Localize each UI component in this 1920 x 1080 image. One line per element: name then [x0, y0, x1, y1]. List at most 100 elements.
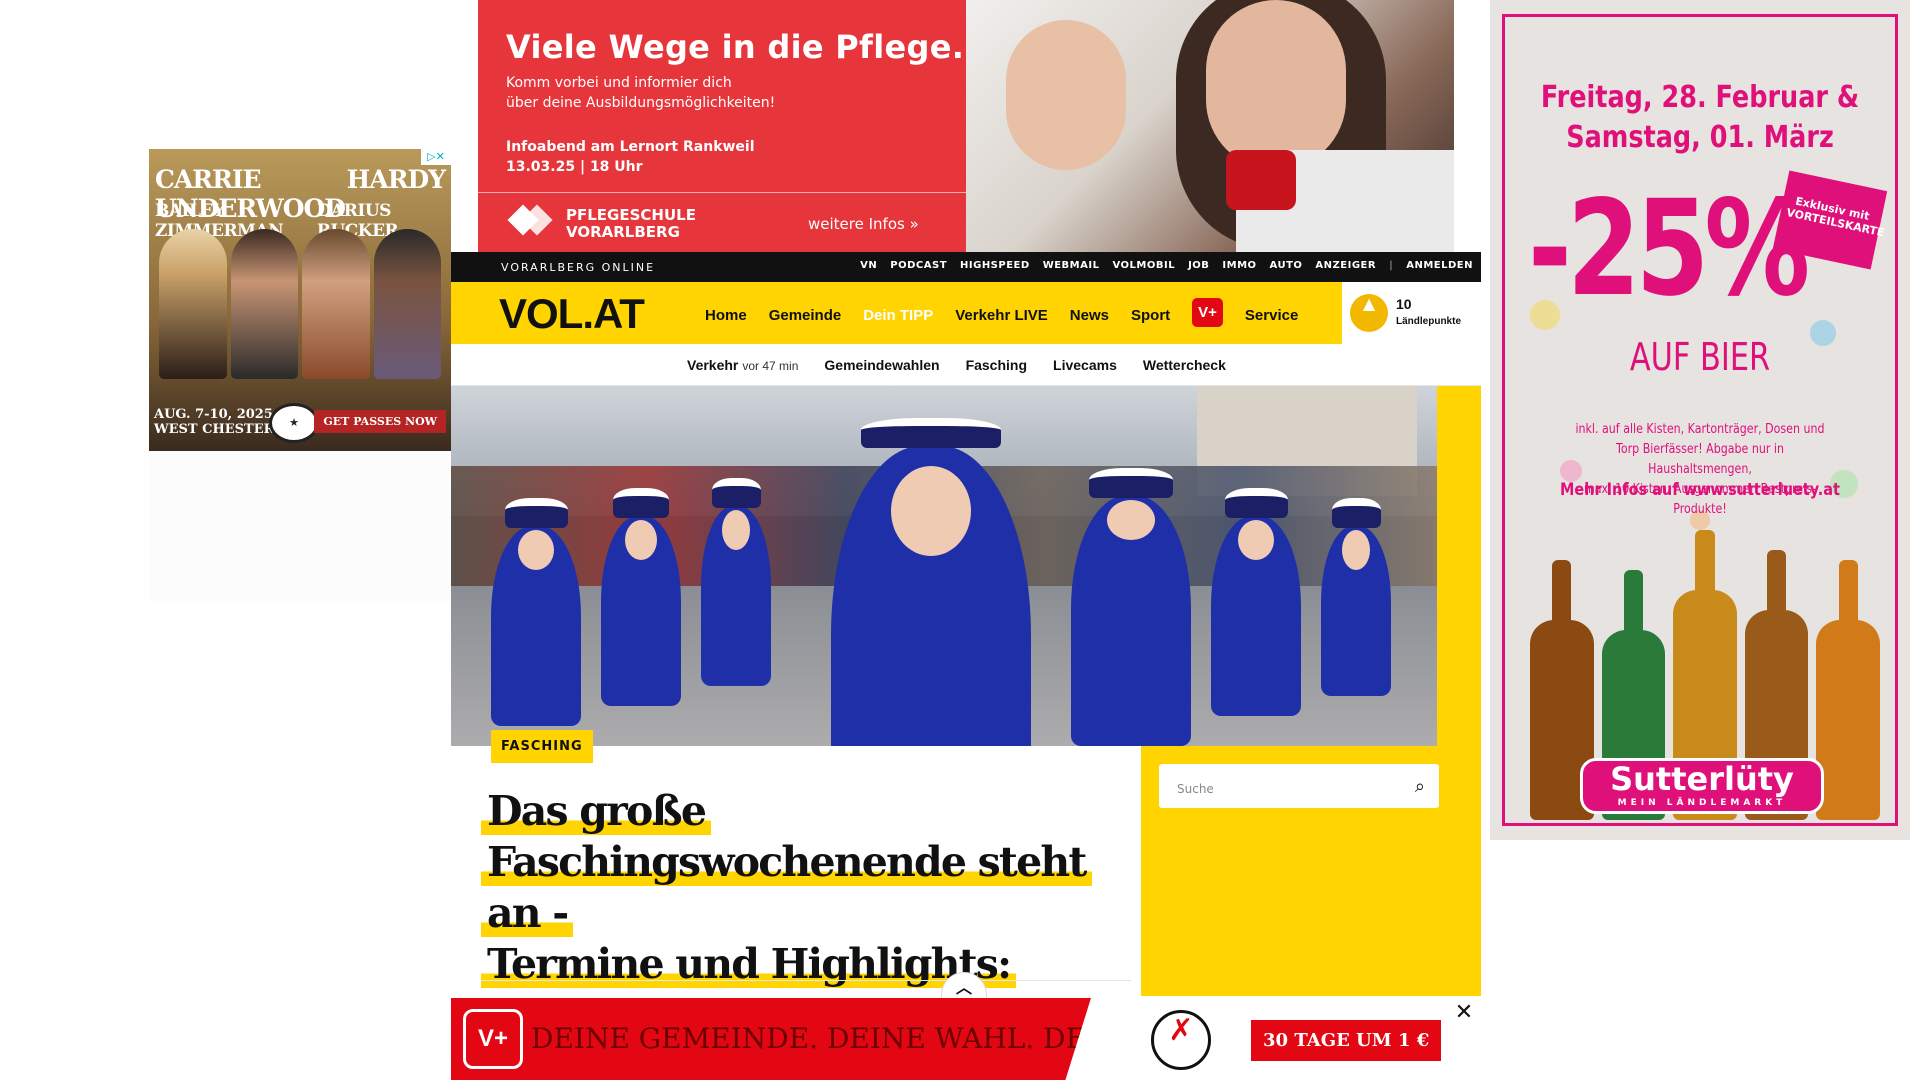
promo-product: AUF BIER: [1629, 335, 1771, 379]
topbar-link-webmail[interactable]: WEBMAIL: [1043, 260, 1100, 271]
nav-news[interactable]: News: [1070, 307, 1109, 324]
vote-stamp-icon: ✗: [1151, 1010, 1211, 1070]
nav-verkehr-live[interactable]: Verkehr LIVE: [955, 307, 1048, 324]
vplus-logo: V+: [463, 1009, 523, 1069]
article-title-line: Faschingswochenende steht an -: [481, 838, 1092, 937]
topbar-link-auto[interactable]: AUTO: [1270, 260, 1303, 271]
subnav-livecams[interactable]: Livecams: [1053, 357, 1117, 373]
article-category-tag[interactable]: FASCHING: [491, 730, 593, 763]
fineprint-line: Torp Bierfässer! Abgabe nur in Haushalts…: [1616, 442, 1784, 477]
main-menu: Home Gemeinde Dein TIPP Verkehr LIVE New…: [705, 298, 1298, 327]
article-title[interactable]: Das große Faschingswochenende steht an -…: [481, 786, 1131, 990]
logo-text: VORARLBERG: [566, 223, 680, 241]
search-icon[interactable]: ⌕: [1415, 776, 1425, 797]
ad-photo: [966, 0, 1454, 252]
subnav-verkehr-label: Verkehr: [687, 357, 739, 373]
dancer-figure: [491, 498, 581, 726]
sidebar-panel: Suche ⌕: [1141, 746, 1481, 996]
ad-event-info: Infoabend am Lernort Rankweil 13.03.25 |…: [506, 137, 755, 177]
main-nav: VOL.AT Home Gemeinde Dein TIPP Verkehr L…: [451, 282, 1481, 344]
dancer-hat: [861, 418, 1001, 448]
sticky-bottom-ad[interactable]: V+ DEINE GEMEINDE. DEINE WAHL. DEIN V ✗ …: [451, 998, 1481, 1080]
right-ad-banner[interactable]: Freitag, 28. Februar & Samstag, 01. März…: [1490, 0, 1910, 840]
dancer-hat: [1331, 498, 1381, 528]
vol-at-logo[interactable]: VOL.AT: [499, 290, 645, 338]
artist-photo: [159, 229, 227, 379]
topbar-link-podcast[interactable]: PODCAST: [890, 260, 947, 271]
diamond-logo-icon: [506, 211, 552, 237]
search-placeholder: Suche: [1177, 782, 1214, 796]
more-info-link[interactable]: weitere Infos »: [808, 215, 919, 233]
login-link[interactable]: ANMELDEN: [1406, 260, 1473, 271]
beer-bottle: [1816, 560, 1880, 820]
dancer-figure: [701, 478, 771, 686]
topbar-link-anzeiger[interactable]: ANZEIGER: [1315, 260, 1376, 271]
subnav-fasching[interactable]: Fasching: [966, 357, 1027, 373]
mountain-coin-icon: ▲: [1350, 294, 1388, 332]
pflegeschule-logo: PFLEGESCHULE VORARLBERG: [506, 207, 696, 241]
topbar-link-highspeed[interactable]: HIGHSPEED: [960, 260, 1030, 271]
subscribe-cta-button[interactable]: 30 TAGE UM 1 €: [1251, 1020, 1442, 1061]
subnav-verkehr[interactable]: Verkehr vor 47 min: [687, 357, 798, 373]
points-label: Ländlepunkte: [1396, 316, 1462, 327]
dancer-face: [1342, 530, 1370, 570]
dancer-face: [625, 520, 657, 560]
dancer-hat: [1089, 468, 1173, 498]
logo-text: PFLEGESCHULE: [566, 206, 696, 224]
ad-subtext-line: über deine Ausbildungsmöglichkeiten!: [506, 95, 776, 111]
brand-tagline: MEIN LÄNDLEMARKT: [1617, 798, 1787, 808]
topbar-link-vn[interactable]: VN: [860, 260, 877, 271]
nav-home[interactable]: Home: [705, 307, 747, 324]
toy-robot: [1226, 150, 1296, 210]
sub-nav-items: Verkehr vor 47 min Gemeindewahlen Faschin…: [687, 357, 1226, 373]
ad-artist-photos: [159, 229, 441, 379]
search-input[interactable]: Suche ⌕: [1159, 764, 1439, 808]
get-passes-button[interactable]: GET PASSES NOW: [314, 410, 446, 433]
sub-nav: Verkehr vor 47 min Gemeindewahlen Faschin…: [451, 344, 1481, 386]
promo-link[interactable]: Mehr Infos auf www.sutterluety.at: [1522, 480, 1879, 500]
person-photo: [1206, 0, 1346, 170]
dancer-figure: [1071, 468, 1191, 746]
ad-divider: [478, 192, 966, 193]
sticky-ad-red-area: V+ DEINE GEMEINDE. DEINE WAHL. DEIN V: [451, 998, 1091, 1080]
topbar-link-volmobil[interactable]: VOLMOBIL: [1112, 260, 1175, 271]
nav-dein-tipp[interactable]: Dein TIPP: [863, 307, 933, 324]
dancer-face: [722, 510, 750, 550]
dancer-face: [1238, 520, 1274, 560]
ad-headline: Viele Wege in die Pflege.: [506, 28, 965, 66]
nav-service[interactable]: Service: [1245, 307, 1298, 324]
dancer-face: [518, 530, 554, 570]
ad-info-line: 13.03.25 | 18 Uhr: [506, 159, 643, 175]
promo-dates: Freitag, 28. Februar & Samstag, 01. März: [1522, 78, 1879, 158]
points-count: 10: [1396, 296, 1412, 312]
dancer-hat: [613, 488, 669, 518]
dancer-hat: [504, 498, 568, 528]
artist-photo: [302, 229, 370, 379]
topbar-separator: |: [1389, 260, 1394, 271]
top-ad-banner[interactable]: Viele Wege in die Pflege. Komm vorbei un…: [478, 0, 1454, 252]
nav-gemeinde[interactable]: Gemeinde: [769, 307, 842, 324]
brand-name: Sutterlüty: [1610, 760, 1794, 798]
subnav-gemeindewahlen[interactable]: Gemeindewahlen: [824, 357, 939, 373]
vol-at-site: VORARLBERG ONLINE VN PODCAST HIGHSPEED W…: [451, 252, 1481, 1080]
left-ad-banner[interactable]: ▷✕ CARRIE UNDERWOOD HARDY BAILEY ZIMMERM…: [149, 149, 451, 451]
top-bar-brand[interactable]: VORARLBERG ONLINE: [501, 261, 655, 274]
nav-sport[interactable]: Sport: [1131, 307, 1170, 324]
topbar-link-job[interactable]: JOB: [1188, 260, 1209, 271]
top-bar: VORARLBERG ONLINE VN PODCAST HIGHSPEED W…: [451, 252, 1481, 282]
festival-seal-icon: ★: [269, 403, 319, 443]
close-icon[interactable]: ✕: [1447, 1000, 1481, 1034]
sticky-ad-slogan: DEINE GEMEINDE. DEINE WAHL. DEIN V: [531, 1022, 1151, 1055]
artist-photo: [230, 229, 298, 379]
adchoices-icon[interactable]: ▷✕: [421, 149, 451, 165]
left-ad-spacer: [149, 451, 451, 601]
vplus-button[interactable]: V+: [1192, 298, 1223, 327]
laendlepunkte-widget[interactable]: ▲ 10 Ländlepunkte: [1339, 282, 1481, 344]
topbar-link-immo[interactable]: IMMO: [1222, 260, 1256, 271]
article-teaser[interactable]: FASCHING Das große Faschingswochenende s…: [451, 730, 1141, 996]
article-title-line: Das große: [481, 787, 712, 835]
subnav-verkehr-time: vor 47 min: [742, 359, 799, 373]
top-bar-links: VN PODCAST HIGHSPEED WEBMAIL VOLMOBIL JO…: [860, 260, 1473, 271]
subnav-wettercheck[interactable]: Wettercheck: [1143, 357, 1226, 373]
artist-photo: [373, 229, 441, 379]
